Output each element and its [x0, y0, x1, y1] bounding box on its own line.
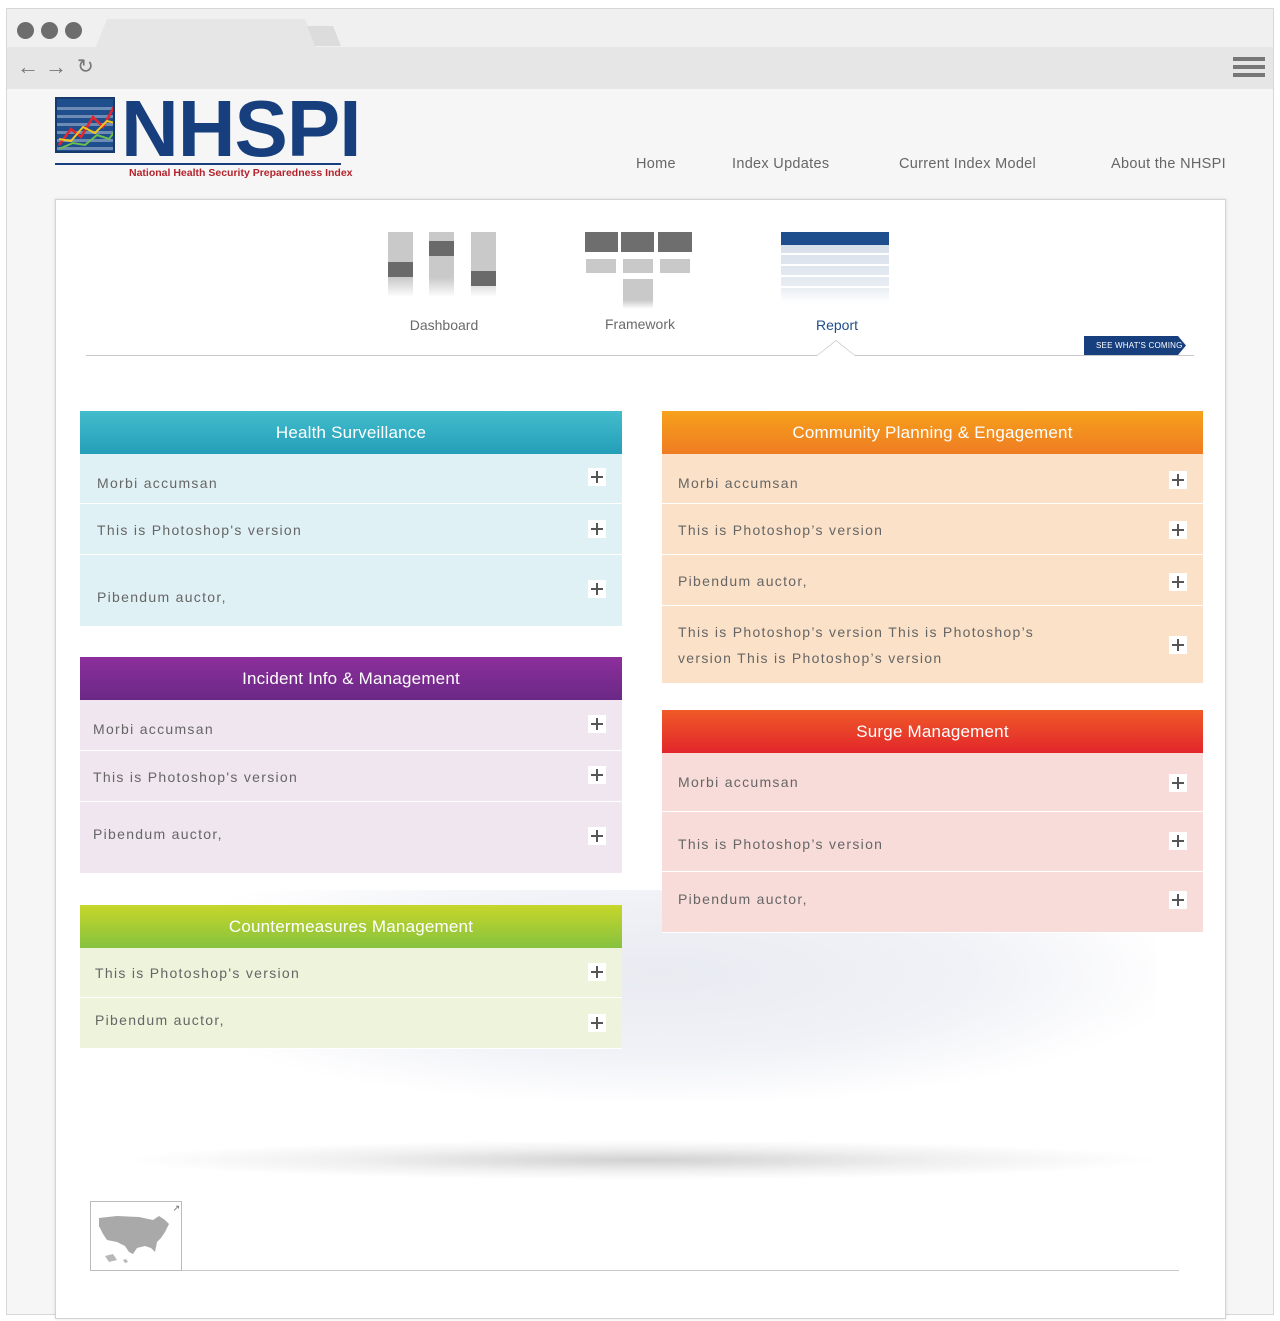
list-item-label: This is Photoshop’s version — [678, 522, 884, 538]
framework-subnode-icon — [660, 259, 690, 273]
logo-wordmark: NHSPI — [121, 84, 361, 173]
list-item-label: This is Photoshop's version — [97, 522, 303, 538]
list-item[interactable]: Pibendum auctor, — [662, 555, 1203, 606]
list-item[interactable]: Pibendum auctor, — [80, 555, 622, 627]
framework-node-icon — [621, 232, 654, 252]
active-view-pointer — [816, 340, 856, 356]
panel-countermeasures: Countermeasures Management This is Photo… — [80, 905, 622, 1049]
dashboard-bar-icon — [429, 232, 454, 297]
list-item-label: This is Photoshop's version — [93, 769, 299, 785]
expand-plus-icon[interactable] — [1169, 521, 1187, 539]
list-item[interactable]: Morbi accumsan — [662, 454, 1203, 504]
panel-title[interactable]: Health Surveillance — [80, 411, 622, 454]
list-item-label: Morbi accumsan — [97, 475, 218, 491]
expand-plus-icon[interactable] — [588, 468, 606, 486]
framework-label[interactable]: Framework — [570, 316, 710, 332]
expand-plus-icon[interactable] — [588, 827, 606, 845]
expand-plus-icon[interactable] — [1169, 636, 1187, 654]
expand-plus-icon[interactable] — [1169, 774, 1187, 792]
list-item-label: Pibendum auctor, — [97, 589, 227, 605]
nav-index-updates[interactable]: Index Updates — [732, 156, 829, 172]
footer-divider — [182, 1270, 1179, 1271]
window-control-dot[interactable] — [65, 22, 82, 39]
window-control-dot[interactable] — [41, 22, 58, 39]
list-item-label: This is Photoshop’s version — [678, 836, 884, 852]
expand-plus-icon[interactable] — [588, 520, 606, 538]
list-item-label: Pibendum auctor, — [678, 891, 808, 907]
list-item[interactable]: This is Photoshop’s version — [662, 812, 1203, 872]
browser-tab[interactable] — [95, 19, 317, 49]
shadow-separator — [116, 1140, 1166, 1180]
panel-community-planning: Community Planning & Engagement Morbi ac… — [662, 411, 1203, 684]
chart-logo-icon — [55, 97, 115, 153]
logo-underline — [55, 163, 341, 165]
main-content: Dashboard Framework Report SEE WHAT'S CO… — [55, 199, 1226, 1319]
us-map-icon — [99, 1216, 169, 1263]
report-icon — [781, 232, 889, 302]
list-item-label: This is Photoshop’s version This is Phot… — [678, 624, 1035, 666]
nav-about[interactable]: About the NHSPI — [1111, 156, 1226, 172]
back-arrow-icon[interactable]: ← — [17, 55, 39, 79]
list-item-label: Morbi accumsan — [678, 475, 799, 491]
panel-surge-management: Surge Management Morbi accumsan This is … — [662, 710, 1203, 933]
list-item[interactable]: Morbi accumsan — [80, 700, 622, 751]
expand-plus-icon[interactable] — [588, 1014, 606, 1032]
expand-plus-icon[interactable] — [1169, 891, 1187, 909]
dashboard-label[interactable]: Dashboard — [374, 317, 514, 333]
nhspi-logo[interactable]: NHSPI National Health Security Preparedn… — [55, 84, 361, 192]
view-divider — [86, 355, 1194, 356]
framework-node-icon — [658, 232, 692, 252]
expand-plus-icon[interactable] — [1169, 573, 1187, 591]
report-label[interactable]: Report — [767, 317, 907, 333]
list-item-label: This is Photoshop's version — [95, 965, 301, 981]
see-whats-coming-button[interactable]: SEE WHAT'S COMING — [1084, 336, 1186, 355]
framework-view-button[interactable] — [585, 232, 695, 309]
nav-current-index-model[interactable]: Current Index Model — [899, 156, 1036, 172]
list-item[interactable]: This is Photoshop’s version — [662, 504, 1203, 555]
panel-title[interactable]: Community Planning & Engagement — [662, 411, 1203, 454]
dashboard-bar-icon — [471, 232, 496, 297]
reload-icon[interactable]: ↻ — [77, 55, 94, 79]
expand-plus-icon[interactable] — [588, 580, 606, 598]
list-item-label: Pibendum auctor, — [678, 573, 808, 589]
expand-plus-icon[interactable] — [588, 715, 606, 733]
framework-subnode-icon — [586, 259, 616, 273]
framework-subnode-icon — [623, 259, 653, 273]
list-item[interactable]: Pibendum auctor, — [80, 802, 622, 874]
panel-incident-info: Incident Info & Management Morbi accumsa… — [80, 657, 622, 874]
list-item[interactable]: This is Photoshop's version — [80, 751, 622, 802]
panel-title[interactable]: Surge Management — [662, 710, 1203, 753]
forward-arrow-icon[interactable]: → — [45, 55, 67, 79]
framework-stem-icon — [623, 279, 653, 309]
list-item[interactable]: Pibendum auctor, — [662, 872, 1203, 933]
expand-plus-icon[interactable] — [1169, 471, 1187, 489]
panel-title[interactable]: Countermeasures Management — [80, 905, 622, 948]
panel-title[interactable]: Incident Info & Management — [80, 657, 622, 700]
list-item[interactable]: Morbi accumsan — [662, 753, 1203, 812]
framework-node-icon — [585, 232, 618, 252]
nav-home[interactable]: Home — [636, 156, 676, 172]
tab-bar — [7, 9, 1273, 49]
list-item[interactable]: This is Photoshop's version — [80, 948, 622, 998]
list-item-label: Pibendum auctor, — [95, 1012, 225, 1028]
expand-plus-icon[interactable] — [1169, 832, 1187, 850]
list-item-label: Pibendum auctor, — [93, 826, 223, 842]
report-view-button[interactable] — [781, 232, 889, 302]
menu-icon[interactable] — [1233, 57, 1265, 81]
dashboard-bar-icon — [388, 232, 413, 297]
list-item[interactable]: This is Photoshop’s version This is Phot… — [662, 606, 1203, 684]
panel-health-surveillance: Health Surveillance Morbi accumsan This … — [80, 411, 622, 627]
list-item[interactable]: This is Photoshop's version — [80, 504, 622, 555]
expand-plus-icon[interactable] — [588, 963, 606, 981]
logo-tagline: National Health Security Preparedness In… — [129, 167, 353, 179]
dashboard-view-button[interactable] — [388, 232, 498, 297]
window-control-dot[interactable] — [17, 22, 34, 39]
expand-arrow-icon[interactable]: ↗ — [172, 1203, 180, 1214]
list-item[interactable]: Pibendum auctor, — [80, 998, 622, 1049]
us-map-thumbnail[interactable]: ↗ — [90, 1201, 182, 1271]
list-item-label: Morbi accumsan — [93, 721, 214, 737]
list-item[interactable]: Morbi accumsan — [80, 454, 622, 504]
list-item-label: Morbi accumsan — [678, 774, 799, 790]
expand-plus-icon[interactable] — [588, 766, 606, 784]
